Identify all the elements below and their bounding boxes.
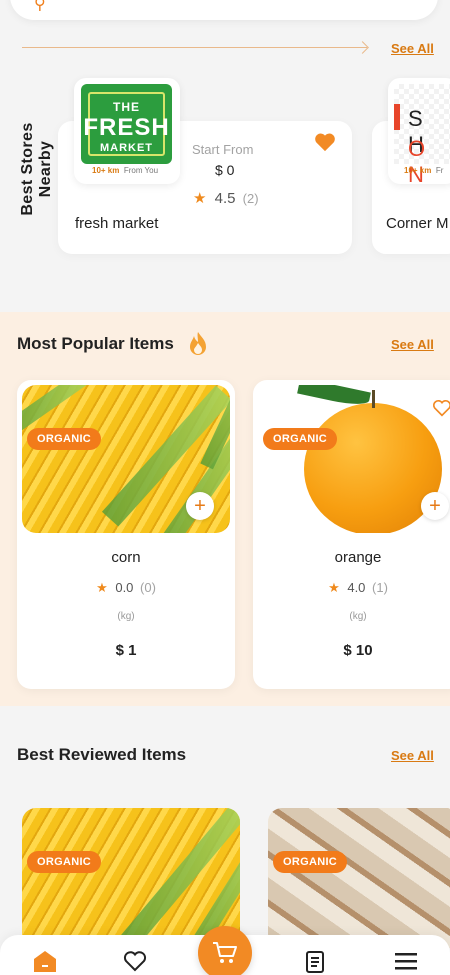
store-rating: ★ 4.5 (2) [193,190,259,207]
store-distance: 10+ km Fr [404,166,444,175]
heart-outline-icon[interactable] [432,399,450,422]
orders-icon[interactable] [305,950,325,975]
stores-section-title: Best Stores Nearby [19,122,54,216]
logo-text-line: FRESH [83,114,170,141]
plus-icon: + [429,494,441,517]
product-price: $ 10 [343,642,373,659]
product-price: $ 1 [115,642,137,659]
arrow-right-icon [356,41,369,54]
favorites-heart-icon[interactable] [123,950,147,975]
see-all-stores-link[interactable]: See All [391,41,434,56]
product-name: orange [334,549,382,566]
store-distance: 10+ km From You [92,166,159,175]
menu-icon[interactable] [395,952,417,975]
fire-icon [188,331,208,362]
cart-icon [213,942,237,963]
reviewed-item-image-corn[interactable] [22,808,240,948]
organic-badge: ORGANIC [273,851,348,873]
store-name: fresh market [75,215,159,232]
product-rating: ★ 4.0 (1) [328,580,388,595]
logo-text-line: O N [408,136,432,187]
star-icon: ★ [96,580,108,595]
reviewed-section-title: Best Reviewed Items [17,745,187,764]
organic-badge: ORGANIC [263,428,338,450]
decorative-arrow-line [22,47,367,48]
start-from-label: Start From [192,142,254,157]
corner-market-logo: S H O N [394,84,450,187]
home-icon[interactable] [33,950,57,975]
star-icon: ★ [193,190,207,207]
logo-text-line: MARKET [99,142,154,154]
popular-section-title: Most Popular Items [17,334,174,353]
organic-badge: ORGANIC [27,428,102,450]
product-unit: (kg) [117,611,135,622]
reviewed-item-image-tofu[interactable] [268,808,450,948]
plus-icon: + [194,494,206,517]
product-rating: ★ 0.0 (0) [96,580,156,595]
search-icon: ⚲ [34,0,46,13]
fresh-market-logo: THE FRESH MARKET [81,84,172,164]
logo-text-line: THE [113,100,140,114]
start-from-value: $ 0 [215,162,235,178]
see-all-reviewed-link[interactable]: See All [391,748,434,763]
see-all-popular-link[interactable]: See All [391,337,434,352]
heart-icon[interactable] [314,132,336,157]
product-unit: (kg) [349,611,367,622]
organic-badge: ORGANIC [27,851,102,873]
search-bar[interactable]: ⚲ [10,0,438,20]
add-to-cart-button[interactable]: + [421,492,449,520]
product-name: corn [111,549,141,566]
star-icon: ★ [328,580,340,595]
cart-button[interactable] [198,926,252,975]
store-name: Corner M [386,215,449,232]
add-to-cart-button[interactable]: + [186,492,214,520]
